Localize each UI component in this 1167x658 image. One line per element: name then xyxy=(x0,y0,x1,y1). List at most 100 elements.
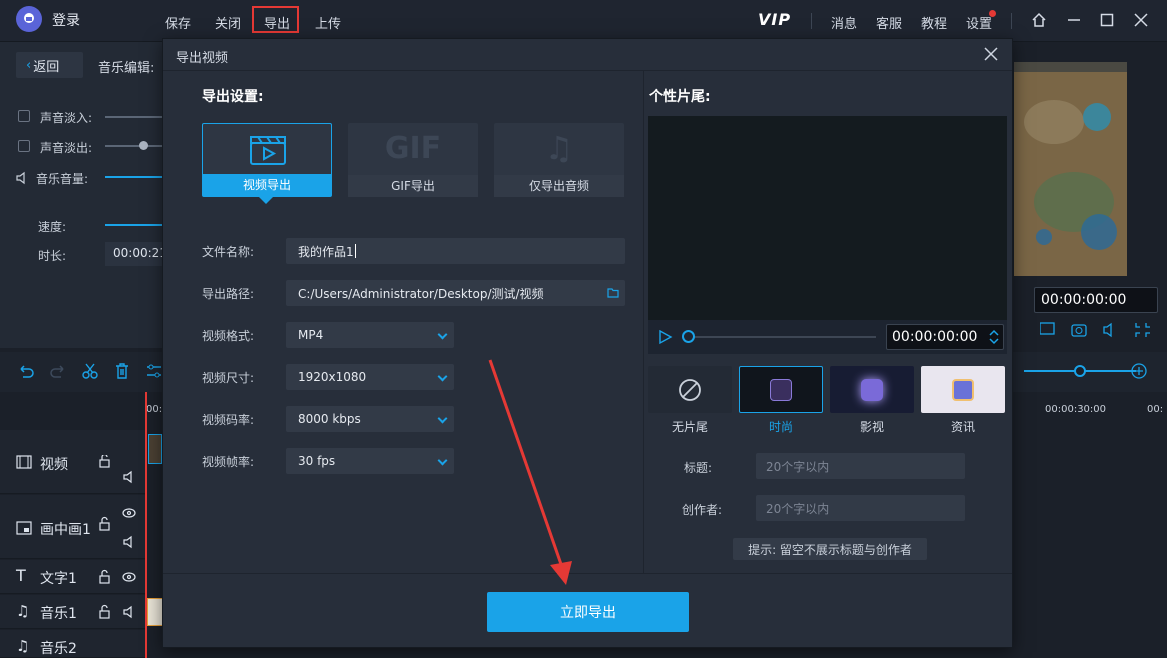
no-entry-icon xyxy=(679,378,701,401)
messages-link[interactable]: 消息 xyxy=(831,13,857,32)
size-value: 1920x1080 xyxy=(298,370,367,384)
redo-icon[interactable] xyxy=(49,362,67,380)
export-settings-title: 导出设置: xyxy=(202,89,264,105)
trailer-style-fashion[interactable] xyxy=(739,366,823,413)
trailer-timecode-value: 00:00:00:00 xyxy=(892,329,978,345)
fashion-thumb-icon xyxy=(770,378,792,401)
chevron-left-icon: ‹ xyxy=(26,57,32,73)
export-type-label: 仅导出音频 xyxy=(494,175,624,197)
settings-link[interactable]: 设置 xyxy=(966,13,992,32)
trailer-style-label: 影视 xyxy=(859,420,884,434)
bitrate-value: 8000 kbps xyxy=(298,412,361,426)
path-input[interactable]: C:/Users/Administrator/Desktop/测试/视频 xyxy=(286,280,625,306)
trailer-timecode[interactable]: 00:00:00:00 xyxy=(886,324,1004,350)
minimize-icon[interactable] xyxy=(1064,10,1084,30)
annotation-arrow xyxy=(488,359,572,585)
chevron-down-icon xyxy=(437,455,448,466)
pip-icon xyxy=(16,521,32,535)
scissors-icon[interactable] xyxy=(81,362,99,380)
music-clip[interactable] xyxy=(147,598,163,626)
filename-input[interactable]: 我的作品1 xyxy=(286,238,625,264)
export-type-gif[interactable]: GIF GIF导出 xyxy=(348,123,478,197)
format-label: 视频格式: xyxy=(202,329,255,343)
fade-out-slider-knob[interactable] xyxy=(139,141,148,150)
back-label: 返回 xyxy=(33,59,60,75)
video-clip[interactable] xyxy=(148,434,162,464)
divider xyxy=(1011,13,1012,29)
divider xyxy=(811,13,812,29)
trailer-title-label: 标题: xyxy=(684,461,713,475)
zoom-in-icon[interactable] xyxy=(1131,363,1147,383)
notification-dot xyxy=(989,10,996,17)
playhead[interactable] xyxy=(145,392,147,658)
speed-slider[interactable] xyxy=(105,224,165,226)
play-icon[interactable] xyxy=(657,329,673,349)
trailer-style-news[interactable] xyxy=(921,366,1005,413)
trailer-style-label: 资讯 xyxy=(950,420,975,434)
export-now-button[interactable]: 立即导出 xyxy=(487,592,689,632)
undo-icon[interactable] xyxy=(17,362,35,380)
folder-icon[interactable] xyxy=(607,287,619,298)
export-type-audio[interactable]: ♫ 仅导出音频 xyxy=(494,123,624,197)
fade-out-label: 声音淡出: xyxy=(40,141,93,155)
fps-label: 视频帧率: xyxy=(202,455,255,469)
divider xyxy=(163,573,1012,574)
trailer-style-none[interactable] xyxy=(648,366,732,413)
close-icon[interactable] xyxy=(982,45,1000,63)
zoom-slider-knob[interactable] xyxy=(1074,365,1086,377)
track-controls xyxy=(97,443,141,640)
menu-upload[interactable]: 上传 xyxy=(315,13,341,32)
vip-badge[interactable]: VIP xyxy=(758,10,791,29)
volume-slider[interactable] xyxy=(105,176,165,178)
preview-timecode[interactable]: 00:00:00:00 xyxy=(1034,287,1158,313)
bitrate-select[interactable]: 8000 kbps xyxy=(286,406,454,432)
dialog-title: 导出视频 xyxy=(176,51,229,66)
preview-tool-icons xyxy=(1039,321,1160,339)
export-type-label: GIF导出 xyxy=(348,175,478,197)
trailer-title-input[interactable]: 20个字以内 xyxy=(756,453,965,479)
trailer-title: 个性片尾: xyxy=(649,89,711,105)
back-button[interactable]: ‹ 返回 xyxy=(16,52,83,78)
filename-value: 我的作品1 xyxy=(298,244,354,259)
music-icon: ♫ xyxy=(544,129,574,167)
track-label: 视频 xyxy=(40,457,68,473)
trailer-hint: 提示: 留空不展示标题与创作者 xyxy=(733,538,927,560)
music-note-icon: ♫ xyxy=(16,637,30,655)
preview-timecode-value: 00:00:00:00 xyxy=(1041,292,1127,308)
trailer-author-input[interactable]: 20个字以内 xyxy=(756,495,965,521)
delete-icon[interactable] xyxy=(113,362,131,380)
maximize-icon[interactable] xyxy=(1097,10,1117,30)
chevron-down-icon xyxy=(437,329,448,340)
stepper-icon[interactable] xyxy=(989,329,999,345)
trailer-style-film[interactable] xyxy=(830,366,914,413)
adjust-icon[interactable] xyxy=(145,362,163,380)
trailer-seek-bar[interactable] xyxy=(688,336,876,338)
chevron-down-icon xyxy=(437,413,448,424)
size-select[interactable]: 1920x1080 xyxy=(286,364,454,390)
fade-out-slider[interactable] xyxy=(105,145,165,147)
support-link[interactable]: 客服 xyxy=(876,13,902,32)
speed-label: 速度: xyxy=(38,220,67,234)
close-window-icon[interactable] xyxy=(1131,10,1151,30)
selected-pointer xyxy=(259,197,273,204)
text-icon: T xyxy=(16,566,26,585)
fade-in-checkbox[interactable] xyxy=(18,110,30,122)
fade-in-slider[interactable] xyxy=(105,116,165,118)
track-label: 音乐1 xyxy=(40,606,77,622)
login-link[interactable]: 登录 xyxy=(52,10,80,30)
home-icon[interactable] xyxy=(1029,10,1049,30)
menu-close[interactable]: 关闭 xyxy=(215,13,241,32)
fade-out-checkbox[interactable] xyxy=(18,140,30,152)
volume-label: 音乐音量: xyxy=(36,172,89,186)
export-type-video[interactable]: 视频导出 xyxy=(202,123,332,197)
format-select[interactable]: MP4 xyxy=(286,322,454,348)
track-label: 画中画1 xyxy=(40,522,91,538)
fps-select[interactable]: 30 fps xyxy=(286,448,454,474)
divider xyxy=(643,71,644,573)
path-value: C:/Users/Administrator/Desktop/测试/视频 xyxy=(298,286,544,301)
duration-field[interactable]: 00:00:21 xyxy=(105,242,167,266)
tutorial-link[interactable]: 教程 xyxy=(921,13,947,32)
trailer-seek-knob[interactable] xyxy=(682,330,695,343)
fps-value: 30 fps xyxy=(298,454,336,468)
menu-save[interactable]: 保存 xyxy=(165,13,191,32)
